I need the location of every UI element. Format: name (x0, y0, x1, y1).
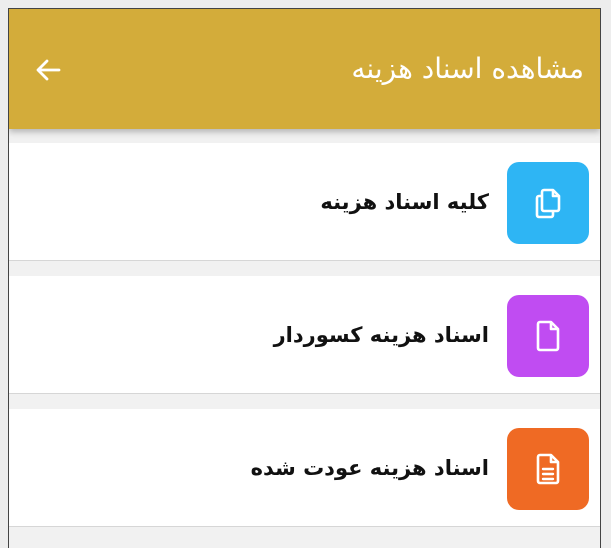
list-item-returned-expense-documents[interactable]: اسناد هزینه عودت شده (9, 409, 600, 527)
list-item-expense-documents-with-deductions[interactable]: اسناد هزینه کسوردار (9, 276, 600, 394)
documents-icon (535, 188, 561, 219)
list-item-label: اسناد هزینه کسوردار (273, 323, 489, 347)
menu-list: کلیه اسناد هزینه اسناد هزینه کسوردار اسن… (9, 143, 600, 527)
list-item-label: کلیه اسناد هزینه (320, 190, 489, 214)
document-icon (536, 320, 560, 352)
back-button[interactable] (31, 53, 65, 87)
icon-tile (507, 428, 589, 510)
page-title: مشاهده اسناد هزینه (351, 52, 584, 85)
arrow-left-icon (36, 59, 61, 81)
list-item-all-expense-documents[interactable]: کلیه اسناد هزینه (9, 143, 600, 261)
document-lines-icon (536, 453, 560, 485)
app-bar: مشاهده اسناد هزینه (9, 9, 600, 129)
app-screen: مشاهده اسناد هزینه کلیه اسناد هزینه اسنا… (8, 8, 601, 548)
list-item-label: اسناد هزینه عودت شده (250, 456, 489, 480)
icon-tile (507, 162, 589, 244)
icon-tile (507, 295, 589, 377)
